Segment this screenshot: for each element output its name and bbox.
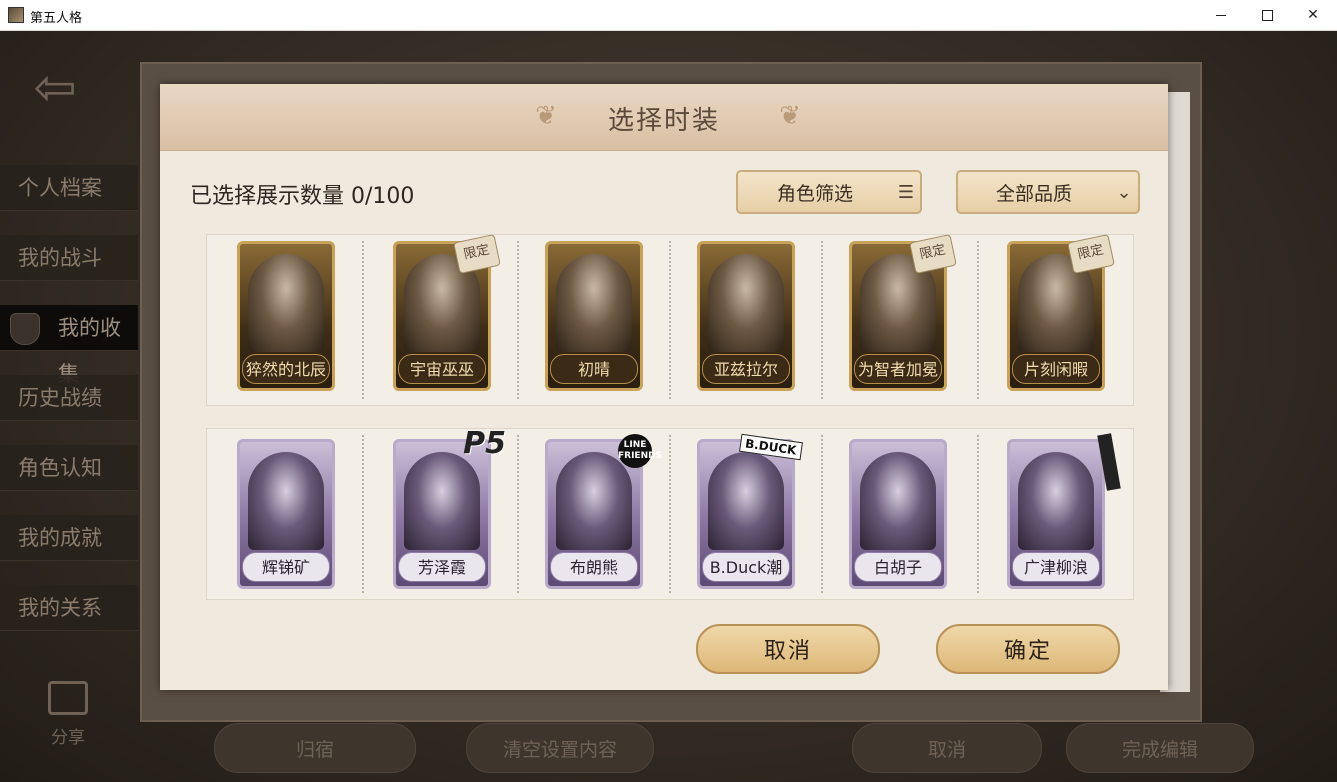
outfit-row: 辉锑矿 P5 芳泽霞 LINE FRIENDS 布朗熊 B.DUCK B.Duc… (206, 426, 1134, 600)
outfit-card[interactable]: 限定 片刻闲暇 (1007, 233, 1115, 391)
outfit-card[interactable]: 初晴 (545, 241, 643, 391)
laurel-right-icon: ❦ (779, 101, 801, 131)
role-filter-label: 角色筛选 (776, 182, 853, 205)
sidebar-item-relations[interactable]: 我的关系 (0, 585, 138, 631)
minimize-button[interactable] (1198, 0, 1244, 30)
select-outfit-dialog: ❦ 选择时装 ❦ 已选择展示数量 0/100 角色筛选 ☰ 全部品质 ⌄ 猝然的… (160, 84, 1168, 690)
app-icon (8, 7, 24, 23)
role-filter-button[interactable]: 角色筛选 ☰ (736, 170, 922, 214)
collab-ribbon-icon (1097, 433, 1121, 491)
outfit-card[interactable]: 猝然的北辰 (237, 241, 335, 391)
outfit-name: 布朗熊 (550, 552, 638, 582)
outfit-row: 猝然的北辰 限定 宇宙巫巫 初晴 亚兹拉尔 限定 为智者加冕 限定 片刻闲暇 (206, 233, 1134, 406)
shield-icon (10, 313, 40, 345)
outfit-portrait (860, 452, 936, 550)
selected-count-label: 已选择展示数量 0/100 (190, 184, 415, 209)
outfit-card[interactable]: 限定 宇宙巫巫 (393, 233, 501, 391)
outfit-name: 芳泽霞 (398, 552, 486, 582)
limited-badge: 限定 (909, 233, 957, 275)
outfit-name: 片刻闲暇 (1012, 354, 1100, 384)
outfit-portrait (404, 452, 480, 550)
outfit-portrait (708, 254, 784, 352)
sidebar-item-profile[interactable]: 个人档案 (0, 165, 138, 211)
outfit-portrait (708, 452, 784, 550)
outfit-portrait (248, 452, 324, 550)
outfit-portrait (556, 254, 632, 352)
limited-badge: 限定 (1067, 233, 1115, 275)
outfit-card[interactable]: LINE FRIENDS 布朗熊 (545, 434, 662, 589)
outfit-card[interactable]: 限定 为智者加冕 (849, 233, 957, 391)
outfit-name: 亚兹拉尔 (702, 354, 790, 384)
share-icon (48, 681, 88, 715)
maximize-button[interactable] (1244, 0, 1290, 30)
outfit-portrait (248, 254, 324, 352)
outfit-card[interactable]: 亚兹拉尔 (697, 241, 795, 391)
dialog-header: ❦ 选择时装 ❦ (160, 84, 1168, 151)
outfit-name: 白胡子 (854, 552, 942, 582)
outfit-card[interactable]: B.DUCK B.Duck潮 (697, 433, 803, 589)
outfit-card[interactable]: 辉锑矿 (237, 439, 335, 589)
outfit-portrait (1018, 452, 1094, 550)
outfit-portrait (556, 452, 632, 550)
outfit-name: 宇宙巫巫 (398, 354, 486, 384)
sidebar-item-history[interactable]: 历史战绩 (0, 375, 138, 421)
limited-badge: 限定 (453, 233, 501, 275)
bg-clear-button[interactable]: 清空设置内容 (466, 723, 654, 773)
outfit-name: 广津柳浪 (1012, 552, 1100, 582)
outfit-name: 猝然的北辰 (242, 354, 330, 384)
window-titlebar: 第五人格 ✕ (0, 0, 1337, 31)
sidebar-item-character[interactable]: 角色认知 (0, 445, 138, 491)
close-button[interactable]: ✕ (1290, 0, 1336, 30)
minimize-icon (1216, 14, 1226, 16)
bg-cancel-button[interactable]: 取消 (852, 723, 1042, 773)
outfit-card[interactable]: 白胡子 (849, 439, 947, 589)
outfit-name: 辉锑矿 (242, 552, 330, 582)
outfit-name: 为智者加冕 (854, 354, 942, 384)
window-title: 第五人格 (30, 11, 83, 26)
persona5-logo: P5 (463, 426, 506, 461)
sidebar-item-collection[interactable]: 我的收集 (0, 305, 138, 386)
bg-home-button[interactable]: 归宿 (214, 723, 416, 773)
dialog-title: 选择时装 (607, 106, 720, 136)
chevron-down-icon: ⌄ (1116, 181, 1132, 203)
share-button[interactable]: 分享 (38, 681, 98, 748)
list-icon: ☰ (897, 181, 915, 203)
quality-filter-label: 全部品质 (995, 182, 1072, 205)
close-icon: ✕ (1307, 7, 1319, 23)
share-label: 分享 (51, 728, 85, 748)
sidebar-item-battles[interactable]: 我的战斗 (0, 235, 138, 281)
outfit-card[interactable]: 广津柳浪 (1007, 433, 1121, 589)
bg-finish-button[interactable]: 完成编辑 (1066, 723, 1254, 773)
quality-filter-dropdown[interactable]: 全部品质 ⌄ (956, 170, 1140, 214)
line-friends-logo: LINE FRIENDS (618, 434, 662, 468)
outfit-card[interactable]: P5 芳泽霞 (393, 426, 506, 589)
back-arrow-icon[interactable]: ⇦ (22, 53, 88, 123)
maximize-icon (1261, 9, 1273, 21)
confirm-button[interactable]: 确定 (936, 624, 1120, 674)
cancel-button[interactable]: 取消 (696, 624, 880, 674)
sidebar-item-achievements[interactable]: 我的成就 (0, 515, 138, 561)
outfit-name: B.Duck潮 (702, 552, 790, 582)
outfit-name: 初晴 (550, 354, 638, 384)
